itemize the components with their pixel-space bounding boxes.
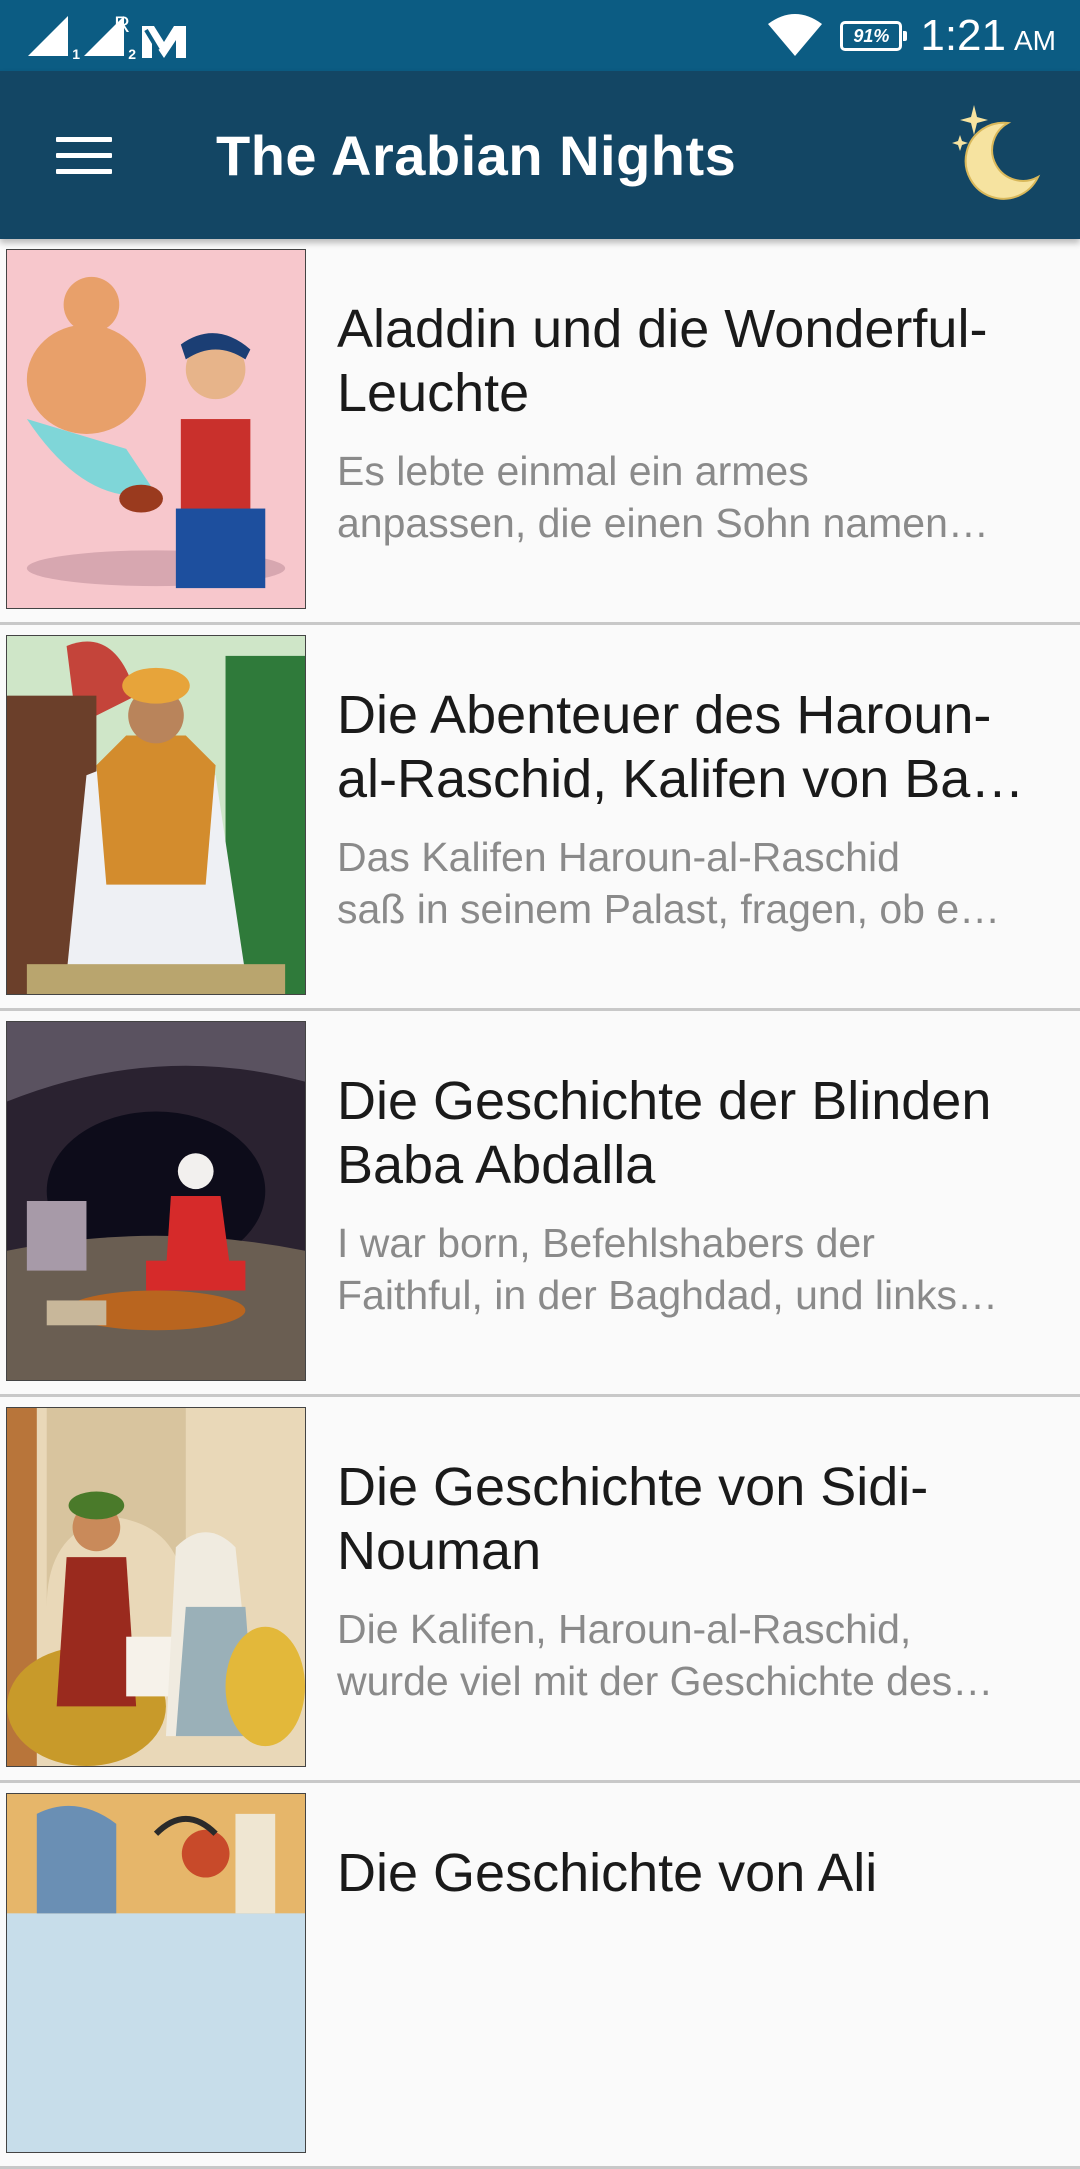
clock: 1:21 AM [920,11,1056,61]
story-excerpt-line: saß in seinem Palast, fragen, ob e… [337,886,1001,932]
story-excerpt: Es lebte einmal ein armes anpassen, die … [337,445,1037,549]
story-excerpt: Das Kalifen Haroun-al-Raschid saß in sei… [337,831,1037,935]
story-text: Die Geschichte von Ali [337,1841,1037,1925]
story-title: Die Geschichte von Ali [337,1843,878,1903]
story-thumbnail [6,1407,306,1767]
story-excerpt-line: anpassen, die einen Sohn namen… [337,500,989,546]
list-item[interactable]: Die Geschichte von Ali [0,1783,1080,2169]
story-excerpt: Die Kalifen, Haroun-al-Raschid, wurde vi… [337,1603,1037,1707]
story-excerpt-line: Die Kalifen, Haroun-al-Raschid, [337,1606,912,1652]
story-excerpt: I war born, Befehlshabers der Faithful, … [337,1217,1037,1321]
list-item[interactable]: Die Geschichte von Sidi-Nouman Die Kalif… [0,1397,1080,1783]
story-title: Die Geschichte der Blinden Baba Abdalla [337,1071,992,1195]
status-left-icons: 1 R 2 [28,12,188,62]
clock-ampm: AM [1014,25,1056,56]
list-item[interactable]: Die Abenteuer des Haroun-al-Raschid, Kal… [0,625,1080,1011]
story-excerpt-line: Es lebte einmal ein armes [337,448,809,494]
story-text: Die Geschichte der Blinden Baba Abdalla … [337,1069,1037,1321]
hamburger-line [56,152,112,158]
app-notification-icon [140,20,188,60]
list-item[interactable]: Die Geschichte der Blinden Baba Abdalla … [0,1011,1080,1397]
clock-time: 1:21 [920,11,1006,60]
story-thumbnail [6,1021,306,1381]
night-mode-button[interactable] [946,101,1046,201]
story-thumbnail [6,249,306,609]
hamburger-menu-icon [56,136,112,142]
signal-sim1-icon: 1 [28,16,80,62]
story-excerpt-line: Faithful, in der Baghdad, und links… [337,1272,998,1318]
status-right-icons: 91% 1:21 AM [768,8,1056,64]
hamburger-menu-button[interactable] [40,115,128,195]
sim2-label: 2 [128,46,136,62]
moon-stars-icon [952,105,1041,200]
story-text: Die Geschichte von Sidi-Nouman Die Kalif… [337,1455,1037,1707]
story-excerpt-line: I war born, Befehlshabers der [337,1220,875,1266]
app-bar: The Arabian Nights [0,71,1080,239]
story-excerpt-line: wurde viel mit der Geschichte des… [337,1658,994,1704]
app-title: The Arabian Nights [216,124,737,187]
story-thumbnail [6,1793,306,2153]
signal-sim2-icon: R 2 [84,12,136,62]
story-title: Die Abenteuer des Haroun-al-Raschid, Kal… [337,685,1025,809]
wifi-icon [768,14,823,58]
story-title: Aladdin und die Wonderful-Leuchte [337,299,988,423]
roaming-indicator: R [114,12,130,37]
status-bar: 1 R 2 91% 1:21 AM [0,0,1080,71]
battery-icon: 91% [840,21,908,51]
story-thumbnail [6,635,306,995]
story-list: Aladdin und die Wonderful-Leuchte Es leb… [0,239,1080,2169]
battery-level: 91% [853,25,890,46]
list-item[interactable]: Aladdin und die Wonderful-Leuchte Es leb… [0,239,1080,625]
story-title: Die Geschichte von Sidi-Nouman [337,1457,929,1581]
story-text: Die Abenteuer des Haroun-al-Raschid, Kal… [337,683,1037,935]
hamburger-line [56,168,112,174]
sim1-label: 1 [72,46,80,62]
story-text: Aladdin und die Wonderful-Leuchte Es leb… [337,297,1037,549]
story-excerpt-line: Das Kalifen Haroun-al-Raschid [337,834,900,880]
